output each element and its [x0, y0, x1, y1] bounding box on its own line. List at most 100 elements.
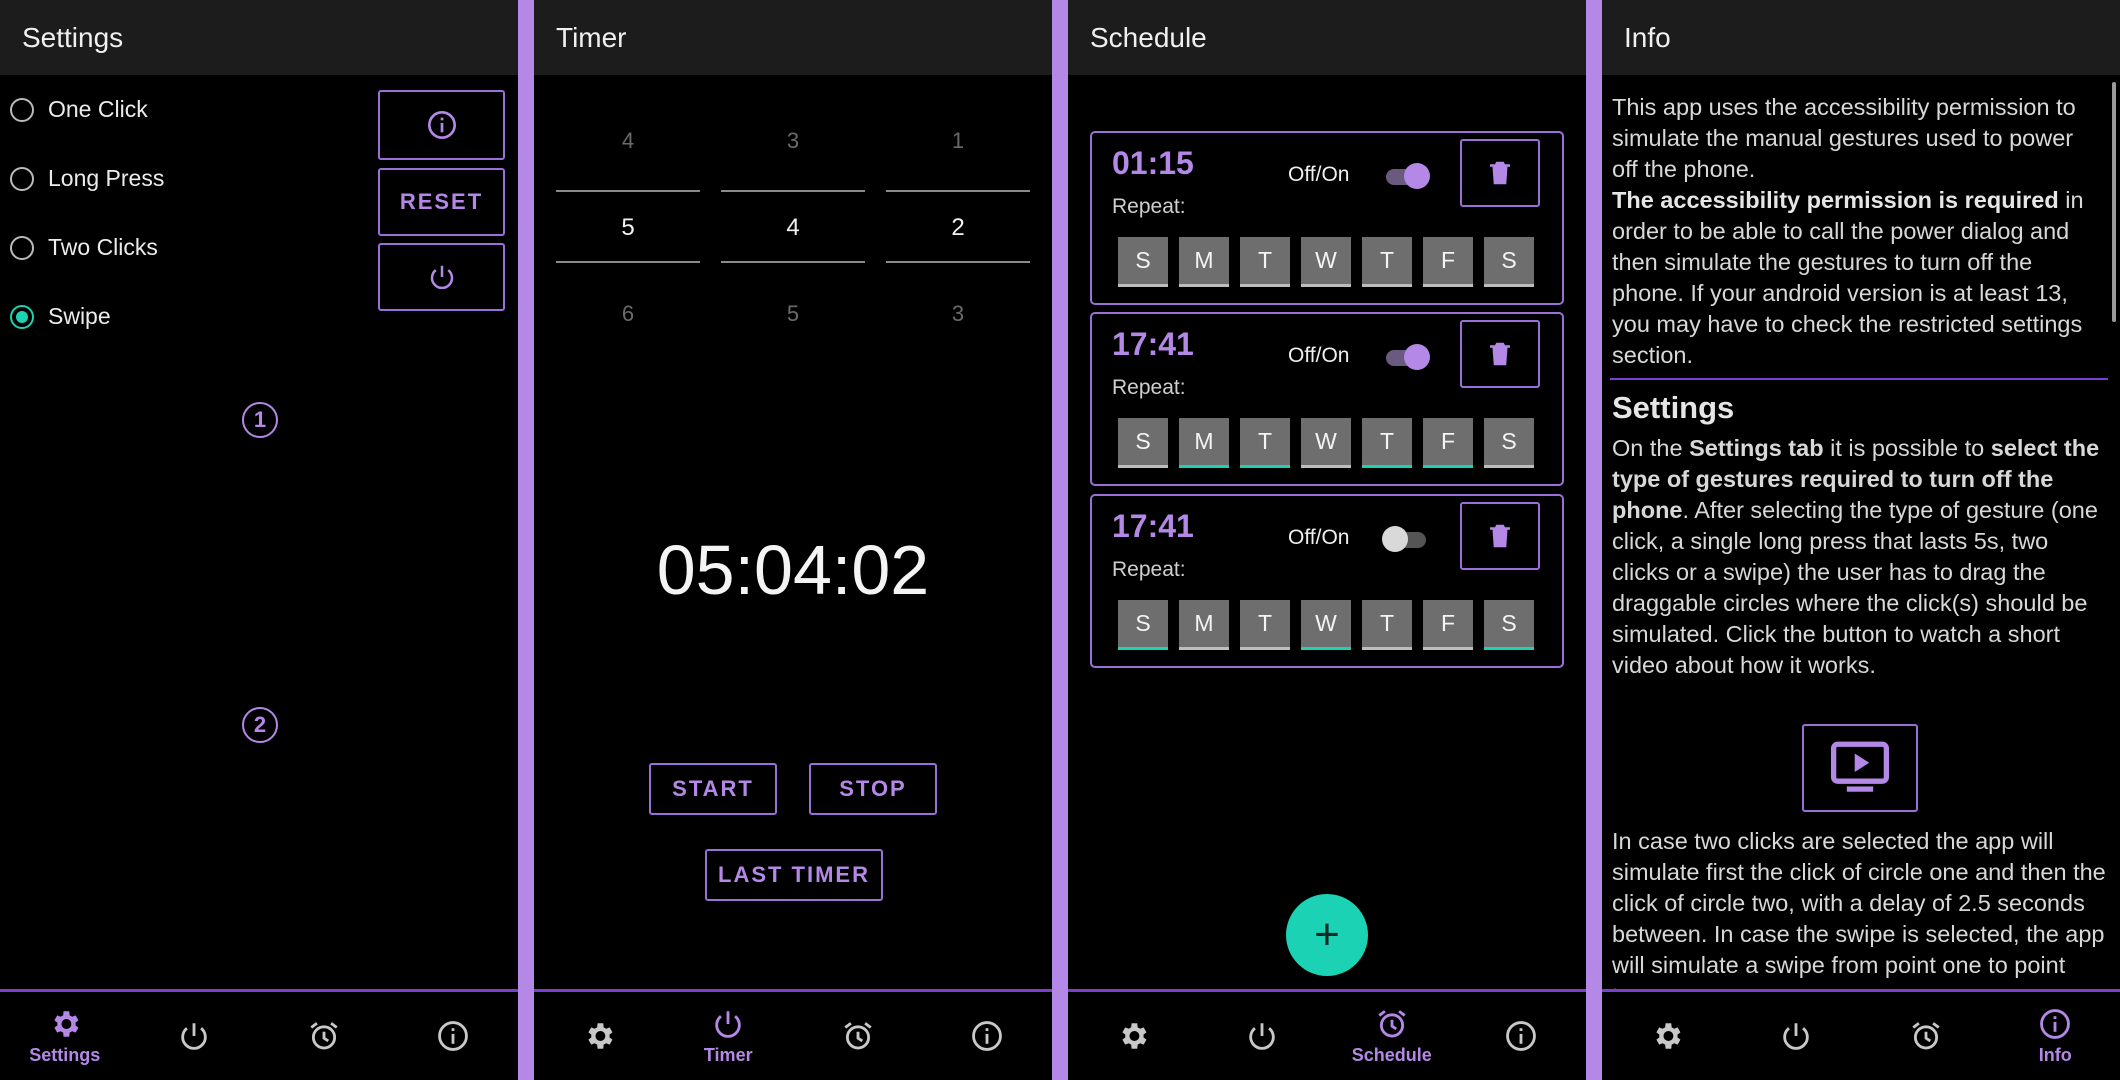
radio-button[interactable]	[10, 97, 34, 122]
alarm-time[interactable]: 17:41	[1112, 508, 1194, 545]
app-bar: Timer	[534, 0, 1052, 75]
radio-button-selected[interactable]	[10, 304, 34, 329]
alarm-time[interactable]: 01:15	[1112, 145, 1194, 182]
picker-value-above[interactable]: 1	[886, 128, 1030, 154]
day-thursday[interactable]: T	[1362, 237, 1412, 287]
info-text: it is possible to	[1823, 435, 1991, 461]
day-wednesday[interactable]: W	[1301, 237, 1351, 287]
day-monday[interactable]: M	[1179, 600, 1229, 650]
alarm-toggle[interactable]	[1382, 344, 1430, 370]
day-tuesday[interactable]: T	[1240, 237, 1290, 287]
radio-one-click[interactable]: One Click	[10, 96, 148, 123]
picker-divider	[556, 190, 700, 192]
info-text: . After selecting the type of gesture (o…	[1612, 497, 2098, 678]
picker-value-above[interactable]: 4	[556, 128, 700, 154]
day-sunday[interactable]: S	[1118, 600, 1168, 650]
day-selector: S M T W T F S	[1118, 600, 1534, 650]
info-paragraph-settings: On the Settings tab it is possible to se…	[1612, 433, 2108, 681]
day-monday[interactable]: M	[1179, 237, 1229, 287]
day-friday[interactable]: F	[1423, 418, 1473, 468]
info-bold-text: The accessibility permission is required	[1612, 187, 2059, 213]
nav-schedule[interactable]: Schedule	[1327, 992, 1457, 1080]
picker-value-below[interactable]: 5	[721, 301, 865, 327]
picker-value-selected[interactable]: 5	[556, 214, 700, 242]
day-tuesday[interactable]: T	[1240, 418, 1290, 468]
picker-value-below[interactable]: 3	[886, 301, 1030, 327]
picker-value-below[interactable]: 6	[556, 301, 700, 327]
delete-button[interactable]	[1460, 320, 1540, 388]
day-thursday[interactable]: T	[1362, 600, 1412, 650]
day-friday[interactable]: F	[1423, 600, 1473, 650]
page-title: Settings	[22, 21, 124, 53]
delete-button[interactable]	[1460, 502, 1540, 570]
power-button[interactable]	[378, 243, 505, 311]
nav-settings[interactable]	[1602, 992, 1732, 1080]
alarm-toggle[interactable]	[1382, 163, 1430, 189]
day-selector: S M T W T F S	[1118, 237, 1534, 287]
scrollbar[interactable]	[2112, 82, 2116, 322]
delete-button[interactable]	[1460, 139, 1540, 207]
picker-divider	[721, 261, 865, 263]
page-title: Info	[1624, 21, 1671, 53]
draggable-circle-two[interactable]: 2	[242, 707, 278, 743]
info-icon	[427, 111, 456, 139]
stop-button[interactable]: STOP	[809, 763, 937, 815]
day-saturday[interactable]: S	[1484, 418, 1534, 468]
picker-value-selected[interactable]: 4	[721, 214, 865, 242]
alarm-time[interactable]: 17:41	[1112, 326, 1194, 363]
alarm-toggle[interactable]	[1382, 526, 1430, 552]
day-saturday[interactable]: S	[1484, 600, 1534, 650]
day-sunday[interactable]: S	[1118, 237, 1168, 287]
nav-schedule[interactable]	[259, 992, 389, 1080]
nav-timer[interactable]	[1732, 992, 1862, 1080]
day-monday[interactable]: M	[1179, 418, 1229, 468]
nav-settings[interactable]: Settings	[0, 992, 130, 1080]
nav-info[interactable]: Info	[1991, 992, 2120, 1080]
picker-divider	[886, 261, 1030, 263]
info-button[interactable]	[378, 90, 505, 160]
info-icon	[438, 1021, 469, 1051]
alarm-icon	[1378, 1009, 1406, 1037]
radio-two-clicks[interactable]: Two Clicks	[10, 234, 158, 261]
power-icon	[430, 265, 453, 290]
start-button[interactable]: START	[649, 763, 777, 815]
add-alarm-button[interactable]: +	[1286, 894, 1368, 976]
watch-video-button[interactable]	[1802, 724, 1918, 812]
day-saturday[interactable]: S	[1484, 237, 1534, 287]
nav-schedule[interactable]	[793, 992, 923, 1080]
alarm-icon	[310, 1022, 338, 1050]
gear-icon	[54, 1010, 79, 1037]
radio-long-press[interactable]: Long Press	[10, 165, 164, 192]
picker-value-selected[interactable]: 2	[886, 214, 1030, 242]
nav-info[interactable]	[389, 992, 519, 1080]
reset-button[interactable]: RESET	[378, 168, 505, 236]
radio-swipe[interactable]: Swipe	[10, 303, 111, 330]
nav-info[interactable]	[923, 992, 1053, 1080]
nav-timer[interactable]	[1198, 992, 1328, 1080]
day-selector: S M T W T F S	[1118, 418, 1534, 468]
day-friday[interactable]: F	[1423, 237, 1473, 287]
alarm-card: 17:41 Repeat: Off/On S M T W T F S	[1090, 494, 1564, 668]
alarm-icon	[1912, 1022, 1940, 1050]
picker-value-above[interactable]: 3	[721, 128, 865, 154]
day-wednesday[interactable]: W	[1301, 418, 1351, 468]
nav-timer[interactable]	[130, 992, 260, 1080]
nav-schedule[interactable]	[1861, 992, 1991, 1080]
trash-icon	[1490, 524, 1510, 548]
toggle-label: Off/On	[1288, 344, 1350, 367]
radio-button[interactable]	[10, 166, 34, 191]
nav-settings[interactable]	[1068, 992, 1198, 1080]
day-tuesday[interactable]: T	[1240, 600, 1290, 650]
nav-timer[interactable]: Timer	[664, 992, 794, 1080]
day-thursday[interactable]: T	[1362, 418, 1412, 468]
nav-settings[interactable]	[534, 992, 664, 1080]
nav-info[interactable]	[1457, 992, 1587, 1080]
day-sunday[interactable]: S	[1118, 418, 1168, 468]
picker-divider	[556, 261, 700, 263]
bottom-navigation: Schedule	[1068, 989, 1586, 1080]
last-timer-button[interactable]: LAST TIMER	[705, 849, 883, 901]
day-wednesday[interactable]: W	[1301, 600, 1351, 650]
radio-button[interactable]	[10, 235, 34, 260]
radio-label: One Click	[48, 96, 148, 122]
draggable-circle-one[interactable]: 1	[242, 402, 278, 438]
